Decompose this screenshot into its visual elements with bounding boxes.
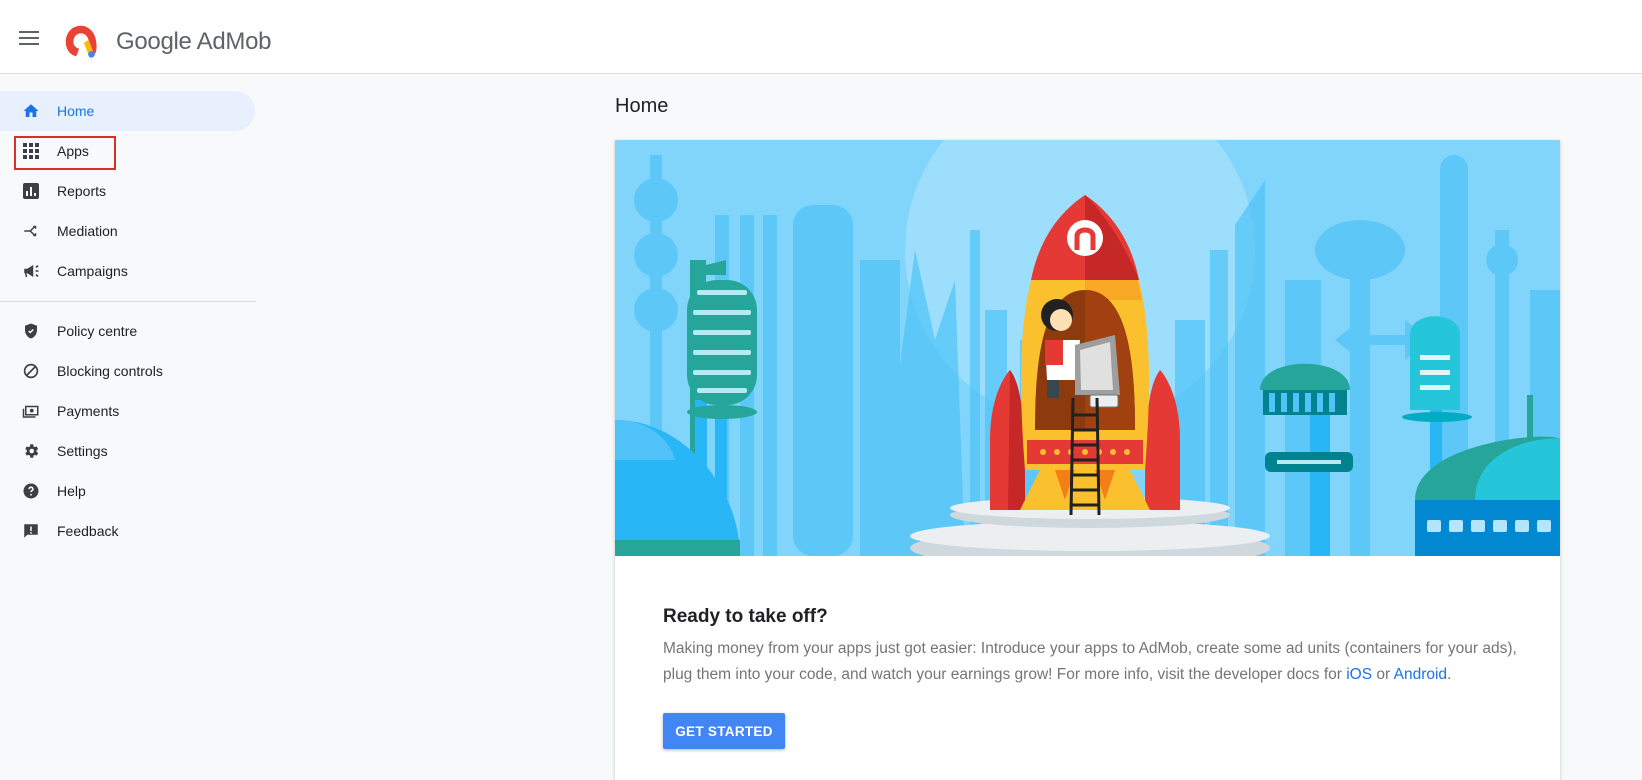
block-icon [21, 361, 41, 381]
sidebar-item-label: Help [57, 483, 86, 499]
welcome-card: Ready to take off? Making money from you… [615, 140, 1560, 780]
megaphone-icon [21, 261, 41, 281]
brand-title: Google AdMob [116, 28, 271, 56]
card-heading: Ready to take off? [663, 606, 828, 627]
sidebar-item-label: Home [57, 103, 95, 119]
sidebar-item-blocking-controls[interactable]: Blocking controls [0, 351, 255, 391]
get-started-button[interactable]: GET STARTED [663, 713, 785, 749]
sidebar-item-feedback[interactable]: Feedback [0, 511, 255, 551]
sidebar-item-label: Reports [57, 183, 107, 199]
brand-product: AdMob [196, 28, 272, 55]
rocket-illustration [615, 140, 1560, 556]
card-description: Making money from your apps just got eas… [663, 636, 1523, 688]
menu-icon[interactable] [19, 31, 39, 47]
sidebar-item-label: Payments [57, 403, 120, 419]
top-bar: Google AdMob [0, 0, 1642, 74]
apps-highlight-box [14, 136, 116, 170]
admob-logo-icon[interactable] [62, 22, 100, 60]
sidebar-item-settings[interactable]: Settings [0, 431, 255, 471]
android-docs-link[interactable]: Android [1394, 666, 1447, 683]
sidebar-item-help[interactable]: Help [0, 471, 255, 511]
sidebar-item-payments[interactable]: Payments [0, 391, 255, 431]
sidebar-item-reports[interactable]: Reports [0, 171, 255, 211]
sidebar-item-label: Campaigns [57, 263, 128, 279]
sidebar-item-campaigns[interactable]: Campaigns [0, 251, 255, 291]
help-icon [21, 481, 41, 501]
sidebar-item-home[interactable]: Home [0, 91, 255, 131]
money-icon [21, 401, 41, 421]
home-icon [21, 101, 41, 121]
sidebar: Home Apps Reports Mediation Campaigns Po… [0, 74, 256, 770]
brand-google: Google [116, 28, 192, 55]
sidebar-item-label: Settings [57, 443, 108, 459]
sidebar-item-mediation[interactable]: Mediation [0, 211, 255, 251]
sidebar-item-policy-centre[interactable]: Policy centre [0, 311, 255, 351]
card-text-between: or [1372, 666, 1394, 683]
feedback-icon [21, 521, 41, 541]
sidebar-divider [0, 301, 256, 302]
shield-icon [21, 321, 41, 341]
gear-icon [21, 441, 41, 461]
merge-icon [21, 221, 41, 241]
card-text-end: . [1447, 666, 1452, 683]
page-title: Home [615, 95, 669, 117]
sidebar-item-label: Feedback [57, 523, 119, 539]
ios-docs-link[interactable]: iOS [1346, 666, 1372, 683]
sidebar-item-label: Mediation [57, 223, 118, 239]
sidebar-item-label: Blocking controls [57, 363, 163, 379]
sidebar-item-label: Policy centre [57, 323, 138, 339]
bar-chart-icon [21, 181, 41, 201]
